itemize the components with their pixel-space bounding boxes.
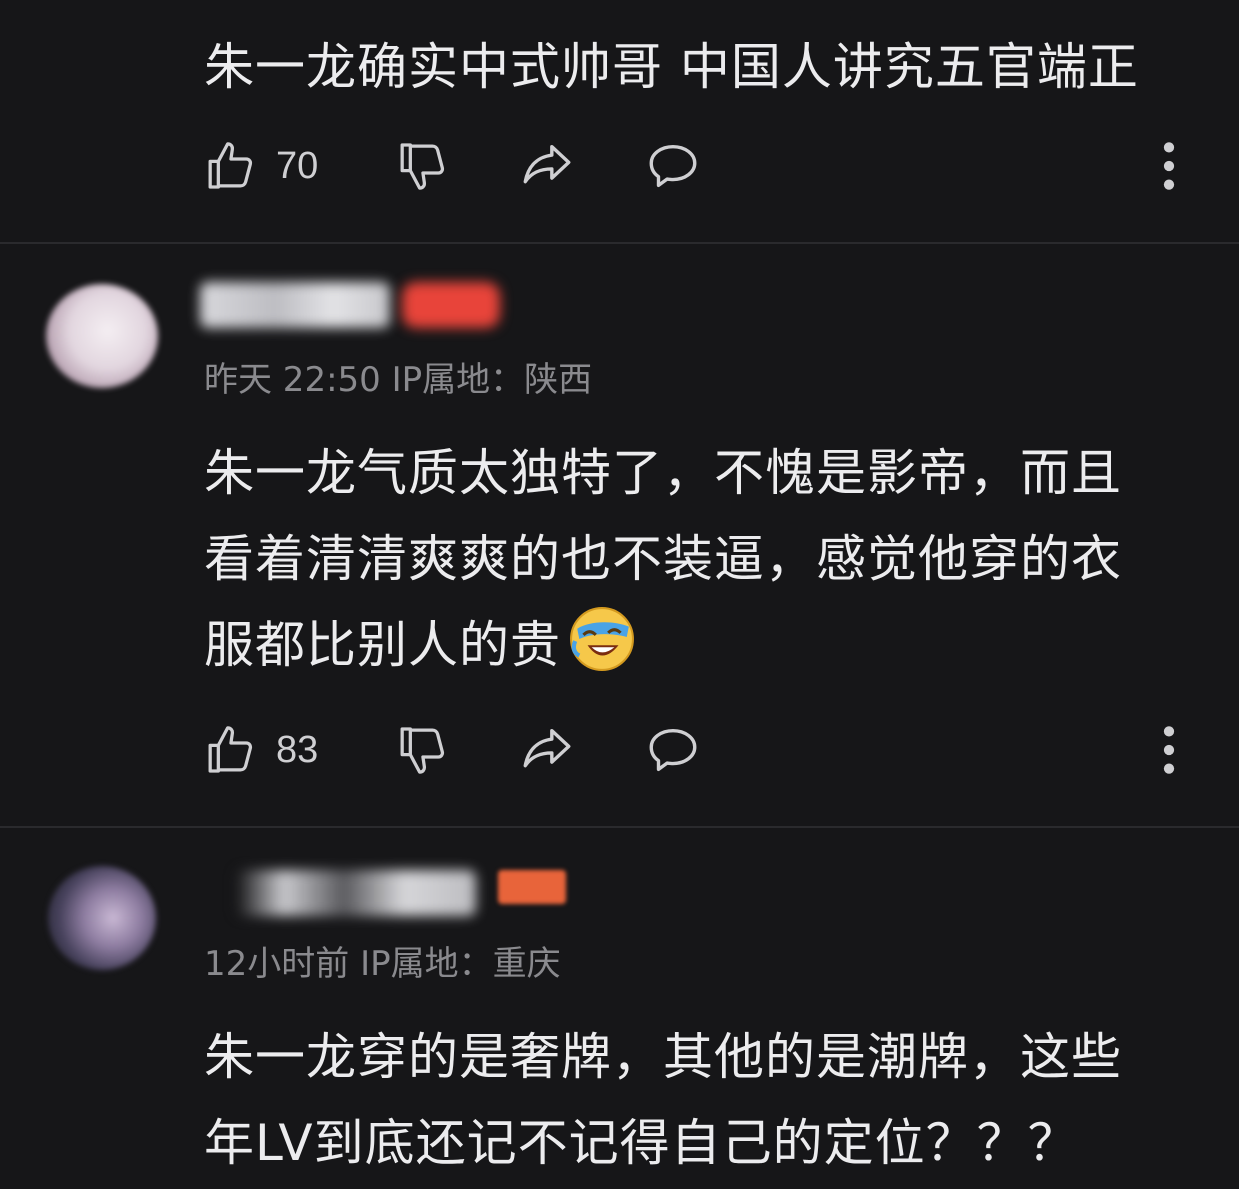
divider [0,242,1239,244]
thumbs-up-icon [208,726,253,773]
dislike-button[interactable] [394,136,450,196]
comment-meta: 12小时前 IP属地：重庆 [204,944,561,984]
reply-button[interactable] [644,720,702,780]
reply-button[interactable] [644,136,702,196]
comment-icon [649,144,697,188]
comment-meta: 昨天 22:50 IP属地：陕西 [204,360,593,400]
thumbs-up-icon [208,142,253,189]
share-icon [523,728,571,768]
more-button[interactable] [1154,720,1184,780]
share-button[interactable] [518,720,576,780]
divider [0,826,1239,828]
laughing-crying-emoji-icon [570,607,634,671]
share-button[interactable] [518,136,576,196]
avatar[interactable] [46,284,158,388]
comment-icon [649,728,697,772]
comment-actions: 70 [202,136,1187,196]
dislike-button[interactable] [394,720,450,780]
share-icon [523,144,571,184]
thumbs-down-icon [400,727,445,774]
more-button[interactable] [1154,136,1184,196]
comment-text: 朱一龙确实中式帅哥 中国人讲究五官端正 [204,38,1139,96]
avatar[interactable] [48,866,156,970]
comment-text: 朱一龙气质太独特了，不愧是影帝，而且 看着清清爽爽的也不装逼，感觉他穿的衣 服都… [204,444,1122,674]
thumbs-down-icon [400,143,445,190]
comment-text: 朱一龙穿的是奢牌，其他的是潮牌，这些 年LV到底还记不记得自己的定位？？？ [204,1028,1122,1172]
like-count: 70 [276,144,319,187]
user-badge [498,870,566,904]
like-button[interactable]: 83 [202,720,318,780]
more-vertical-icon [1163,142,1175,190]
like-count: 83 [276,728,319,771]
user-badge [402,282,500,328]
more-vertical-icon [1163,726,1175,774]
comment-actions: 83 [202,720,1187,780]
like-button[interactable]: 70 [202,136,318,196]
